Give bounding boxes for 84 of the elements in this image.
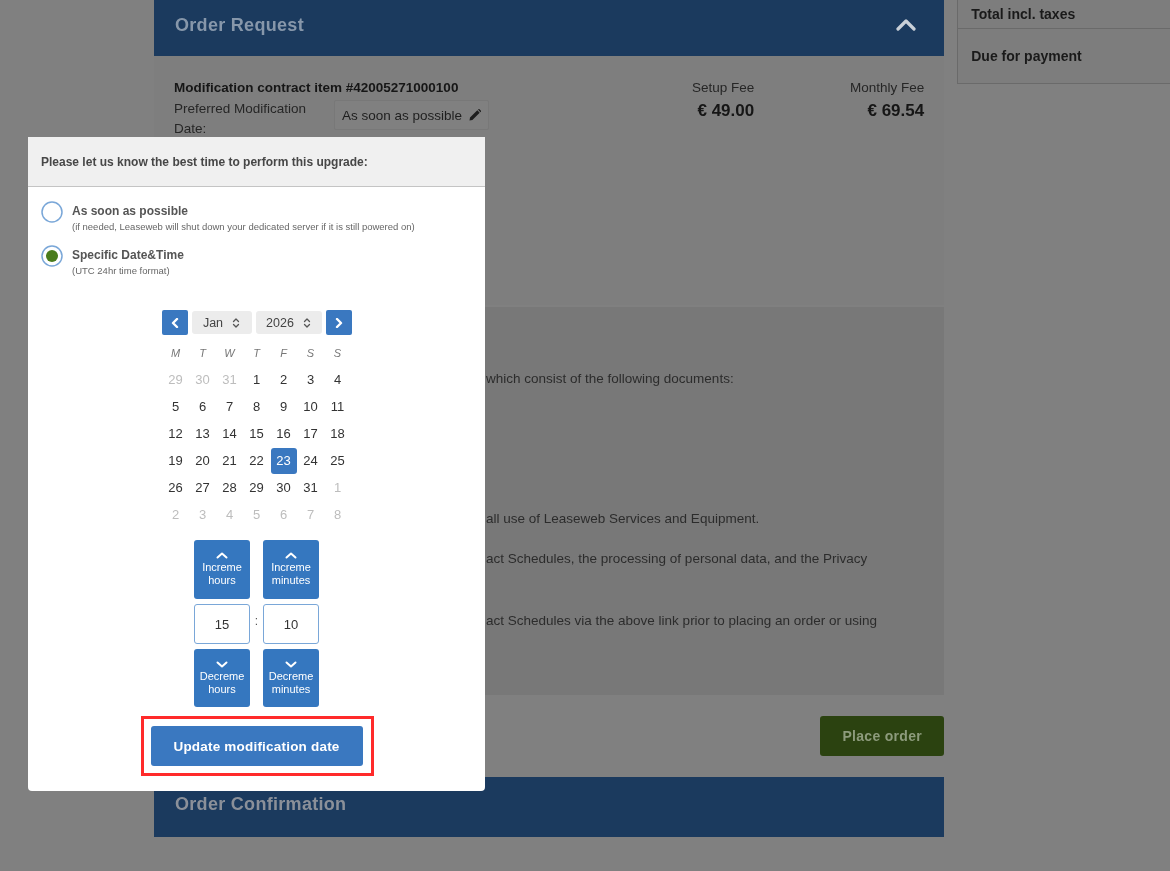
radio-button[interactable] [41, 245, 63, 267]
calendar-day[interactable]: 7 [216, 393, 243, 420]
year-select[interactable]: 2026 [255, 311, 322, 334]
calendar-day[interactable]: 14 [216, 420, 243, 447]
calendar-day[interactable]: 18 [324, 420, 351, 447]
calendar-day[interactable]: 8 [243, 393, 270, 420]
pencil-icon [469, 109, 482, 121]
calendar-day[interactable]: 1 [243, 366, 270, 393]
chevron-up-icon [285, 552, 297, 559]
option-label: As soon as possible [72, 204, 190, 218]
calendar-day[interactable]: 11 [324, 393, 351, 420]
calendar-day[interactable]: 16 [270, 420, 297, 447]
fee-label: Setup Fee [691, 80, 755, 95]
calendar-day[interactable]: 31 [297, 474, 324, 501]
calendar-day[interactable]: 23 [270, 447, 297, 474]
option-hint: (UTC 24hr time format) [72, 265, 171, 276]
calendar-day[interactable]: 28 [216, 474, 243, 501]
month-select[interactable]: Jan [191, 311, 252, 334]
decrement-hours-button[interactable]: Decreme hours [194, 649, 250, 707]
weekday-label: T [199, 346, 206, 359]
up-down-caret-icon [302, 316, 311, 329]
calendar-day[interactable]: 13 [189, 420, 216, 447]
summary-label: Due for payment [971, 48, 1082, 64]
popup-prompt: Please let us know the best time to perform this upgrade: [41, 154, 368, 169]
calendar-day[interactable]: 19 [162, 447, 189, 474]
weekday-label: S [333, 346, 342, 359]
update-date-button[interactable]: Update modification date [150, 726, 363, 766]
calendar-day[interactable]: 12 [162, 420, 189, 447]
chevron-up-icon [216, 552, 228, 559]
next-month-button[interactable] [325, 310, 352, 335]
item-title: Modification contract item #42005271000100 [174, 80, 460, 95]
chevron-left-icon [170, 317, 179, 328]
radio-button[interactable] [41, 201, 63, 223]
calendar-day[interactable]: 9 [270, 393, 297, 420]
calendar-day[interactable]: 17 [297, 420, 324, 447]
calendar-day[interactable]: 27 [189, 474, 216, 501]
date-field[interactable]: As soon as possible [334, 100, 490, 130]
section-header[interactable]: Order Confirmation [154, 777, 945, 837]
calendar-day[interactable]: 6 [189, 393, 216, 420]
increment-minutes-button[interactable]: Increme minutes [263, 540, 319, 599]
hours-input[interactable]: 15 [194, 604, 250, 644]
chevron-right-icon [334, 317, 343, 328]
decrement-minutes-button[interactable]: Decreme minutes [263, 649, 319, 707]
field-label: Preferred Modification Date: [174, 100, 308, 138]
weekday-label: T [253, 346, 260, 359]
chevron-down-icon [285, 660, 297, 668]
fee-amount: € 49.00 [697, 101, 755, 121]
place-order-button[interactable]: Place order [820, 716, 945, 756]
section-title: Order Request [175, 14, 304, 36]
option-hint: (if needed, Leaseweb will shut down your dedicated server if it is still powered on) [72, 221, 415, 232]
summary-label: Total incl. taxes [971, 6, 1076, 22]
terms-text: which consist of the following documents: [486, 370, 735, 388]
up-down-caret-icon [232, 316, 241, 329]
weekday-label: M [170, 346, 181, 359]
section-title: Order Confirmation [175, 793, 347, 815]
fee-label: Monthly Fee [849, 80, 925, 95]
calendar-day[interactable]: 29 [243, 474, 270, 501]
time-separator: : [254, 614, 259, 628]
chevron-down-icon [216, 660, 228, 668]
previous-month-button[interactable] [161, 310, 188, 335]
calendar-day[interactable]: 3 [297, 366, 324, 393]
calendar-day[interactable]: 30 [270, 474, 297, 501]
calendar-day[interactable]: 4 [324, 366, 351, 393]
calendar-day[interactable]: 10 [297, 393, 324, 420]
terms-text: all use of Leaseweb Services and Equipment. [486, 510, 761, 528]
calendar-day[interactable]: 2 [270, 366, 297, 393]
option-label: Specific Date&Time [72, 248, 184, 262]
minutes-input[interactable]: 10 [263, 604, 319, 644]
section-header[interactable]: Order Request [154, 0, 945, 56]
calendar-day[interactable]: 5 [162, 393, 189, 420]
calendar-day[interactable]: 24 [297, 447, 324, 474]
calendar-day[interactable]: 20 [189, 447, 216, 474]
weekday-label: W [224, 346, 235, 359]
calendar-day[interactable]: 15 [243, 420, 270, 447]
calendar-day[interactable]: 26 [162, 474, 189, 501]
calendar-day[interactable]: 22 [243, 447, 270, 474]
calendar-day[interactable]: 25 [324, 447, 351, 474]
weekday-label: F [280, 346, 287, 359]
increment-hours-button[interactable]: Increme hours [194, 540, 250, 599]
calendar-day[interactable]: 21 [216, 447, 243, 474]
weekday-label: S [306, 346, 315, 359]
fee-amount: € 69.54 [867, 101, 925, 121]
terms-text: act Schedules via the above link prior to placing an order or using [486, 612, 878, 630]
terms-text: act Schedules, the processing of personal data, and the Privacy [486, 550, 869, 568]
